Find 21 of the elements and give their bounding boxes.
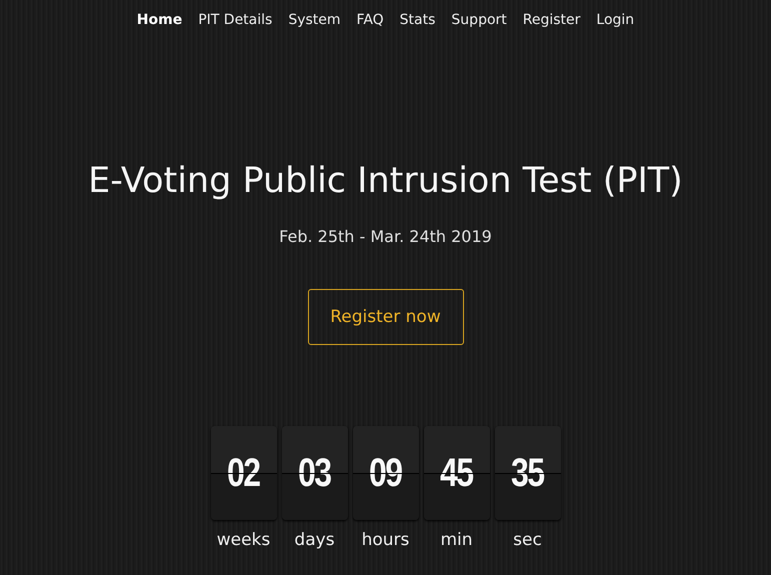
countdown-tile: 35 [494,426,560,520]
nav-link[interactable]: PIT Details [198,12,272,28]
countdown-unit: sec [513,530,542,550]
nav-link[interactable]: Register [522,12,580,28]
countdown-unit: days [294,530,335,550]
nav-link[interactable]: Support [451,12,507,28]
countdown-unit: hours [362,530,410,550]
event-dates: Feb. 25th - Mar. 24th 2019 [279,227,492,246]
countdown-tile: 09 [352,426,418,520]
countdown-unit: weeks [216,530,270,550]
countdown-unit: min [440,530,473,550]
nav-link[interactable]: Stats [400,12,436,28]
page-title: E-Voting Public Intrusion Test (PIT) [88,160,683,203]
nav-link[interactable]: Login [596,12,634,28]
nav-link[interactable]: FAQ [356,12,384,28]
countdown-tile: 45 [424,426,490,520]
countdown-tile: 03 [282,426,348,520]
register-button[interactable]: Register now [308,289,464,345]
countdown-tile: 02 [210,426,276,520]
nav-link[interactable]: System [288,12,341,28]
nav-link[interactable]: Home [136,12,182,28]
